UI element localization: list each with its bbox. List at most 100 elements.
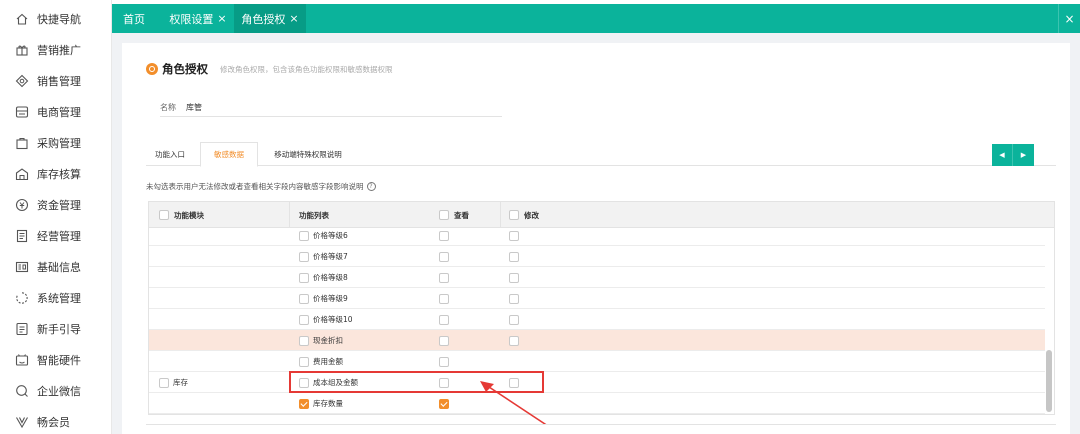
function-label: 价格等级7 (313, 252, 348, 261)
function-cell: 价格等级7 (299, 246, 348, 267)
guide-icon (15, 322, 29, 336)
view-checkbox[interactable] (439, 272, 449, 283)
edit-cell (509, 246, 523, 267)
next-tab-button[interactable]: ▶ (1013, 144, 1034, 166)
function-checkbox[interactable] (299, 356, 309, 367)
select-all-module-checkbox[interactable] (159, 210, 169, 220)
module-checkbox[interactable] (159, 377, 169, 388)
sidebar-item-label: 营销推广 (37, 44, 81, 57)
sidebar-item-business[interactable]: 经营管理 (0, 221, 112, 251)
sidebar-item-label: 系统管理 (37, 292, 81, 305)
function-cell: 费用金额 (299, 351, 343, 372)
sidebar-item-system[interactable]: 系统管理 (0, 283, 112, 313)
view-checkbox[interactable] (439, 293, 449, 304)
table-row: 库存数量 (149, 393, 1045, 414)
header-label: 修改 (524, 210, 539, 220)
loading-icon (15, 291, 29, 305)
sidebar-item-hardware[interactable]: 智能硬件 (0, 345, 112, 375)
edit-checkbox[interactable] (509, 272, 519, 283)
sub-tab-bar: 功能入口 敏感数据 移动端特殊权限说明 (146, 142, 1056, 167)
sidebar-item-funds[interactable]: 资金管理 (0, 190, 112, 220)
view-checkbox[interactable] (439, 230, 449, 241)
sidebar-item-quick-nav[interactable]: 快捷导航 (0, 4, 112, 34)
tab-label: 角色授权 (241, 12, 286, 26)
notice-text: 未勾选表示用户无法修改或者查看相关字段内容敏感字段影响说明 ? (146, 181, 376, 192)
view-checkbox[interactable] (439, 398, 449, 409)
sidebar-item-label: 智能硬件 (37, 354, 81, 367)
view-checkbox[interactable] (439, 251, 449, 262)
sidebar-item-marketing[interactable]: 营销推广 (0, 35, 112, 65)
sidebar-item-inventory[interactable]: 库存核算 (0, 159, 112, 189)
edit-checkbox[interactable] (509, 230, 519, 241)
function-cell: 价格等级8 (299, 267, 348, 288)
edit-cell (509, 225, 523, 246)
function-checkbox[interactable] (299, 335, 309, 346)
function-checkbox[interactable] (299, 251, 309, 262)
close-all-tabs-button[interactable]: × (1058, 4, 1080, 33)
view-cell (439, 225, 453, 246)
function-checkbox[interactable] (299, 272, 309, 283)
name-input[interactable] (186, 103, 486, 112)
edit-checkbox[interactable] (509, 293, 519, 304)
help-icon[interactable]: ? (366, 182, 376, 191)
page-heading: 角色授权 修改角色权限，包含该角色功能权限和敏感数据权限 (146, 61, 393, 77)
sidebar-item-purchase[interactable]: 采购管理 (0, 128, 112, 158)
sidebar-item-label: 新手引导 (37, 323, 81, 336)
sidebar: 快捷导航 营销推广 销售管理 电商管理 采购管理 库存核算 资金管理 经营管理 (0, 0, 112, 434)
tab-sensitive-data[interactable]: 敏感数据 (200, 142, 258, 167)
view-cell (439, 267, 453, 288)
view-checkbox[interactable] (439, 314, 449, 325)
tab-home[interactable]: 首页 (112, 4, 156, 33)
sidebar-item-label: 销售管理 (37, 75, 81, 88)
edit-cell (509, 267, 523, 288)
sidebar-item-label: 基础信息 (37, 261, 81, 274)
tab-label: 权限设置 (169, 12, 214, 26)
top-tab-bar: 首页 权限设置 × 角色授权 × × (112, 4, 1080, 33)
sidebar-item-sales[interactable]: 销售管理 (0, 66, 112, 96)
tab-function-entry[interactable]: 功能入口 (146, 142, 194, 166)
function-checkbox[interactable] (299, 293, 309, 304)
close-icon[interactable]: × (289, 12, 298, 25)
function-label: 价格等级6 (313, 231, 348, 240)
function-label: 价格等级8 (313, 273, 348, 282)
function-cell: 价格等级6 (299, 225, 348, 246)
tab-role-authorization[interactable]: 角色授权 × (234, 4, 306, 33)
table-row: 价格等级10 (149, 309, 1045, 330)
sidebar-item-basic-info[interactable]: 基础信息 (0, 252, 112, 282)
view-checkbox[interactable] (439, 335, 449, 346)
select-all-view-checkbox[interactable] (439, 210, 449, 220)
module-cell: 库存 (159, 372, 188, 393)
chevron-left-icon: ◀ (999, 151, 1005, 159)
sidebar-item-ecommerce[interactable]: 电商管理 (0, 97, 112, 127)
sidebar-item-wecom[interactable]: 企业微信 (0, 376, 112, 406)
warehouse-icon (15, 167, 29, 181)
close-icon[interactable]: × (217, 12, 226, 25)
sidebar-item-guide[interactable]: 新手引导 (0, 314, 112, 344)
sidebar-item-vip[interactable]: 畅会员 (0, 407, 112, 434)
view-cell (439, 309, 453, 330)
view-checkbox[interactable] (439, 356, 449, 367)
edit-checkbox[interactable] (509, 314, 519, 325)
function-label: 价格等级10 (313, 315, 353, 324)
table-scrollbar[interactable] (1046, 350, 1052, 412)
prev-tab-button[interactable]: ◀ (992, 144, 1013, 166)
table-row: 价格等级7 (149, 246, 1045, 267)
name-label: 名称 (160, 103, 176, 112)
select-all-edit-checkbox[interactable] (509, 210, 519, 220)
tab-label: 移动端特殊权限说明 (274, 149, 342, 159)
tab-permission-settings[interactable]: 权限设置 × (162, 4, 234, 33)
sidebar-item-label: 经营管理 (37, 230, 81, 243)
table-row: 价格等级6 (149, 225, 1045, 246)
header-label: 查看 (454, 210, 469, 220)
edit-cell (509, 309, 523, 330)
table-row: 费用金额 (149, 351, 1045, 372)
edit-checkbox[interactable] (509, 251, 519, 262)
table-row: 现金折扣 (149, 330, 1045, 351)
function-label: 价格等级9 (313, 294, 348, 303)
function-checkbox[interactable] (299, 398, 309, 409)
function-checkbox[interactable] (299, 314, 309, 325)
edit-checkbox[interactable] (509, 335, 519, 346)
function-checkbox[interactable] (299, 230, 309, 241)
tab-mobile-permissions[interactable]: 移动端特殊权限说明 (264, 142, 352, 166)
document-icon (15, 229, 29, 243)
